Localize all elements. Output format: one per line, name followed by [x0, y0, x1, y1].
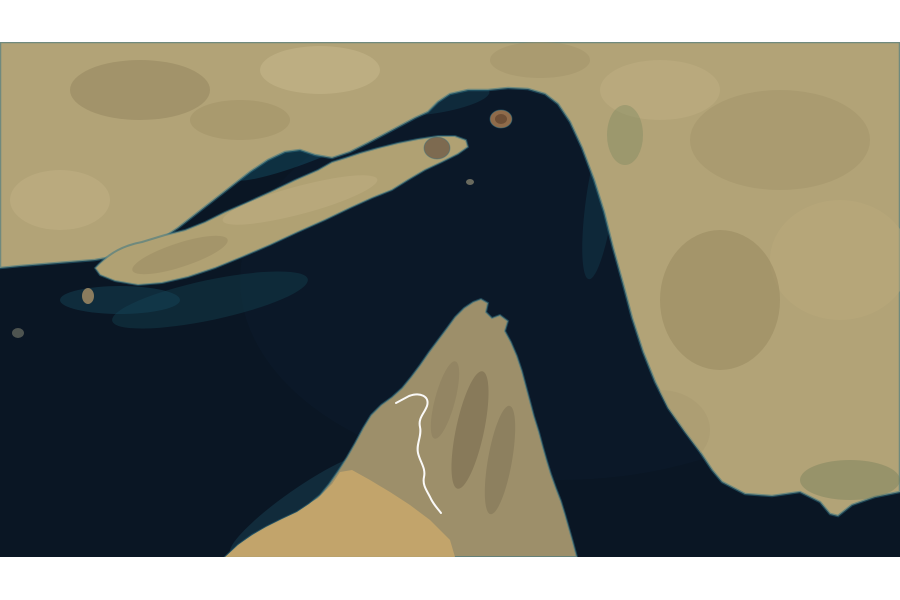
- screenshot-frame: [0, 0, 900, 600]
- vessel-markers-layer: [0, 42, 900, 557]
- map-viewport[interactable]: [0, 42, 900, 557]
